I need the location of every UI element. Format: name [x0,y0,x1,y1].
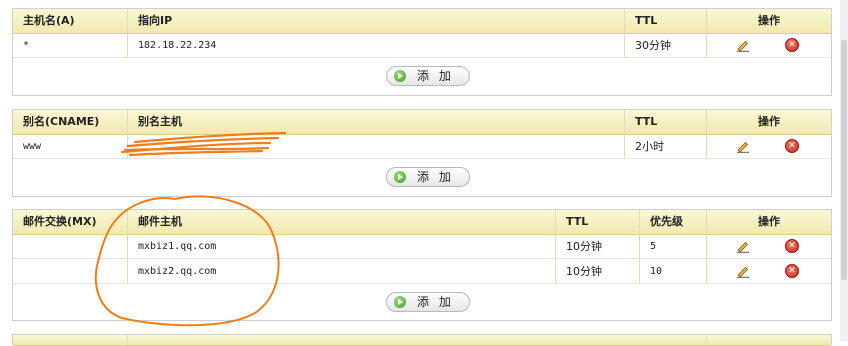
delete-x-icon[interactable] [785,239,799,253]
table-row: * 182.18.22.234 30分钟 [13,34,831,58]
col-mx: 邮件交换(MX) [23,215,97,228]
delete-x-icon[interactable] [785,38,799,52]
play-circle-icon [394,171,406,183]
ttl-cell: 10分钟 [566,240,602,253]
add-label: 添 加 [417,69,454,83]
pencil-icon[interactable] [736,38,750,52]
a-records-panel: 主机名(A) 指向IP TTL 操作 * 182.18.22.234 30分钟 … [12,8,832,96]
table-row: mxbiz1.qq.com 10分钟 5 [13,235,831,259]
delete-x-icon[interactable] [785,264,799,278]
mail-host-cell: mxbiz2.qq.com [138,266,217,277]
priority-cell: 5 [650,241,657,252]
ip-cell: 182.18.22.234 [138,40,217,51]
col-mail-host: 邮件主机 [138,215,182,228]
add-a-record-button[interactable]: 添 加 [386,66,470,86]
ttl-cell: 2小时 [635,140,664,153]
col-ttl: TTL [635,115,658,128]
col-ttl: TTL [635,14,658,27]
table-row: www 2小时 [13,135,831,159]
ttl-cell: 30分钟 [635,39,671,52]
delete-x-icon[interactable] [785,139,799,153]
scrollbar[interactable] [840,0,848,341]
mx-records-panel: 邮件交换(MX) 邮件主机 TTL 优先级 操作 mxbiz1.qq.com 1… [12,209,832,321]
pencil-icon[interactable] [736,139,750,153]
pencil-icon[interactable] [736,239,750,253]
exchange-cell [13,235,128,258]
target-cell-redacted [128,135,625,158]
col-host-a: 主机名(A) [23,14,75,27]
table-row: mxbiz2.qq.com 10分钟 10 [13,260,831,284]
add-label: 添 加 [417,295,454,309]
scrollbar-thumb[interactable] [841,40,847,280]
play-circle-icon [394,296,406,308]
col-ip: 指向IP [138,14,173,27]
priority-cell: 10 [650,266,663,277]
mail-host-cell: mxbiz1.qq.com [138,241,217,252]
ttl-cell: 10分钟 [566,265,602,278]
cname-records-panel: 别名(CNAME) 别名主机 TTL 操作 www 2小时 添 加 [12,109,832,197]
add-cname-record-button[interactable]: 添 加 [386,167,470,187]
a-records-header: 主机名(A) 指向IP TTL 操作 [13,9,831,34]
col-actions: 操作 [758,14,780,27]
col-ttl: TTL [566,215,589,228]
add-mx-record-button[interactable]: 添 加 [386,292,470,312]
play-circle-icon [394,70,406,82]
col-priority: 优先级 [650,215,683,228]
alias-cell: www [23,141,42,152]
mx-records-header: 邮件交换(MX) 邮件主机 TTL 优先级 操作 [13,210,831,235]
col-actions: 操作 [758,215,780,228]
add-label: 添 加 [417,170,454,184]
host-cell: * [23,40,30,51]
exchange-cell [13,260,128,283]
col-actions: 操作 [758,115,780,128]
col-alias: 别名(CNAME) [23,115,100,128]
next-records-panel [12,334,832,346]
col-alias-host: 别名主机 [138,115,182,128]
pencil-icon[interactable] [736,264,750,278]
cname-records-header: 别名(CNAME) 别名主机 TTL 操作 [13,110,831,135]
